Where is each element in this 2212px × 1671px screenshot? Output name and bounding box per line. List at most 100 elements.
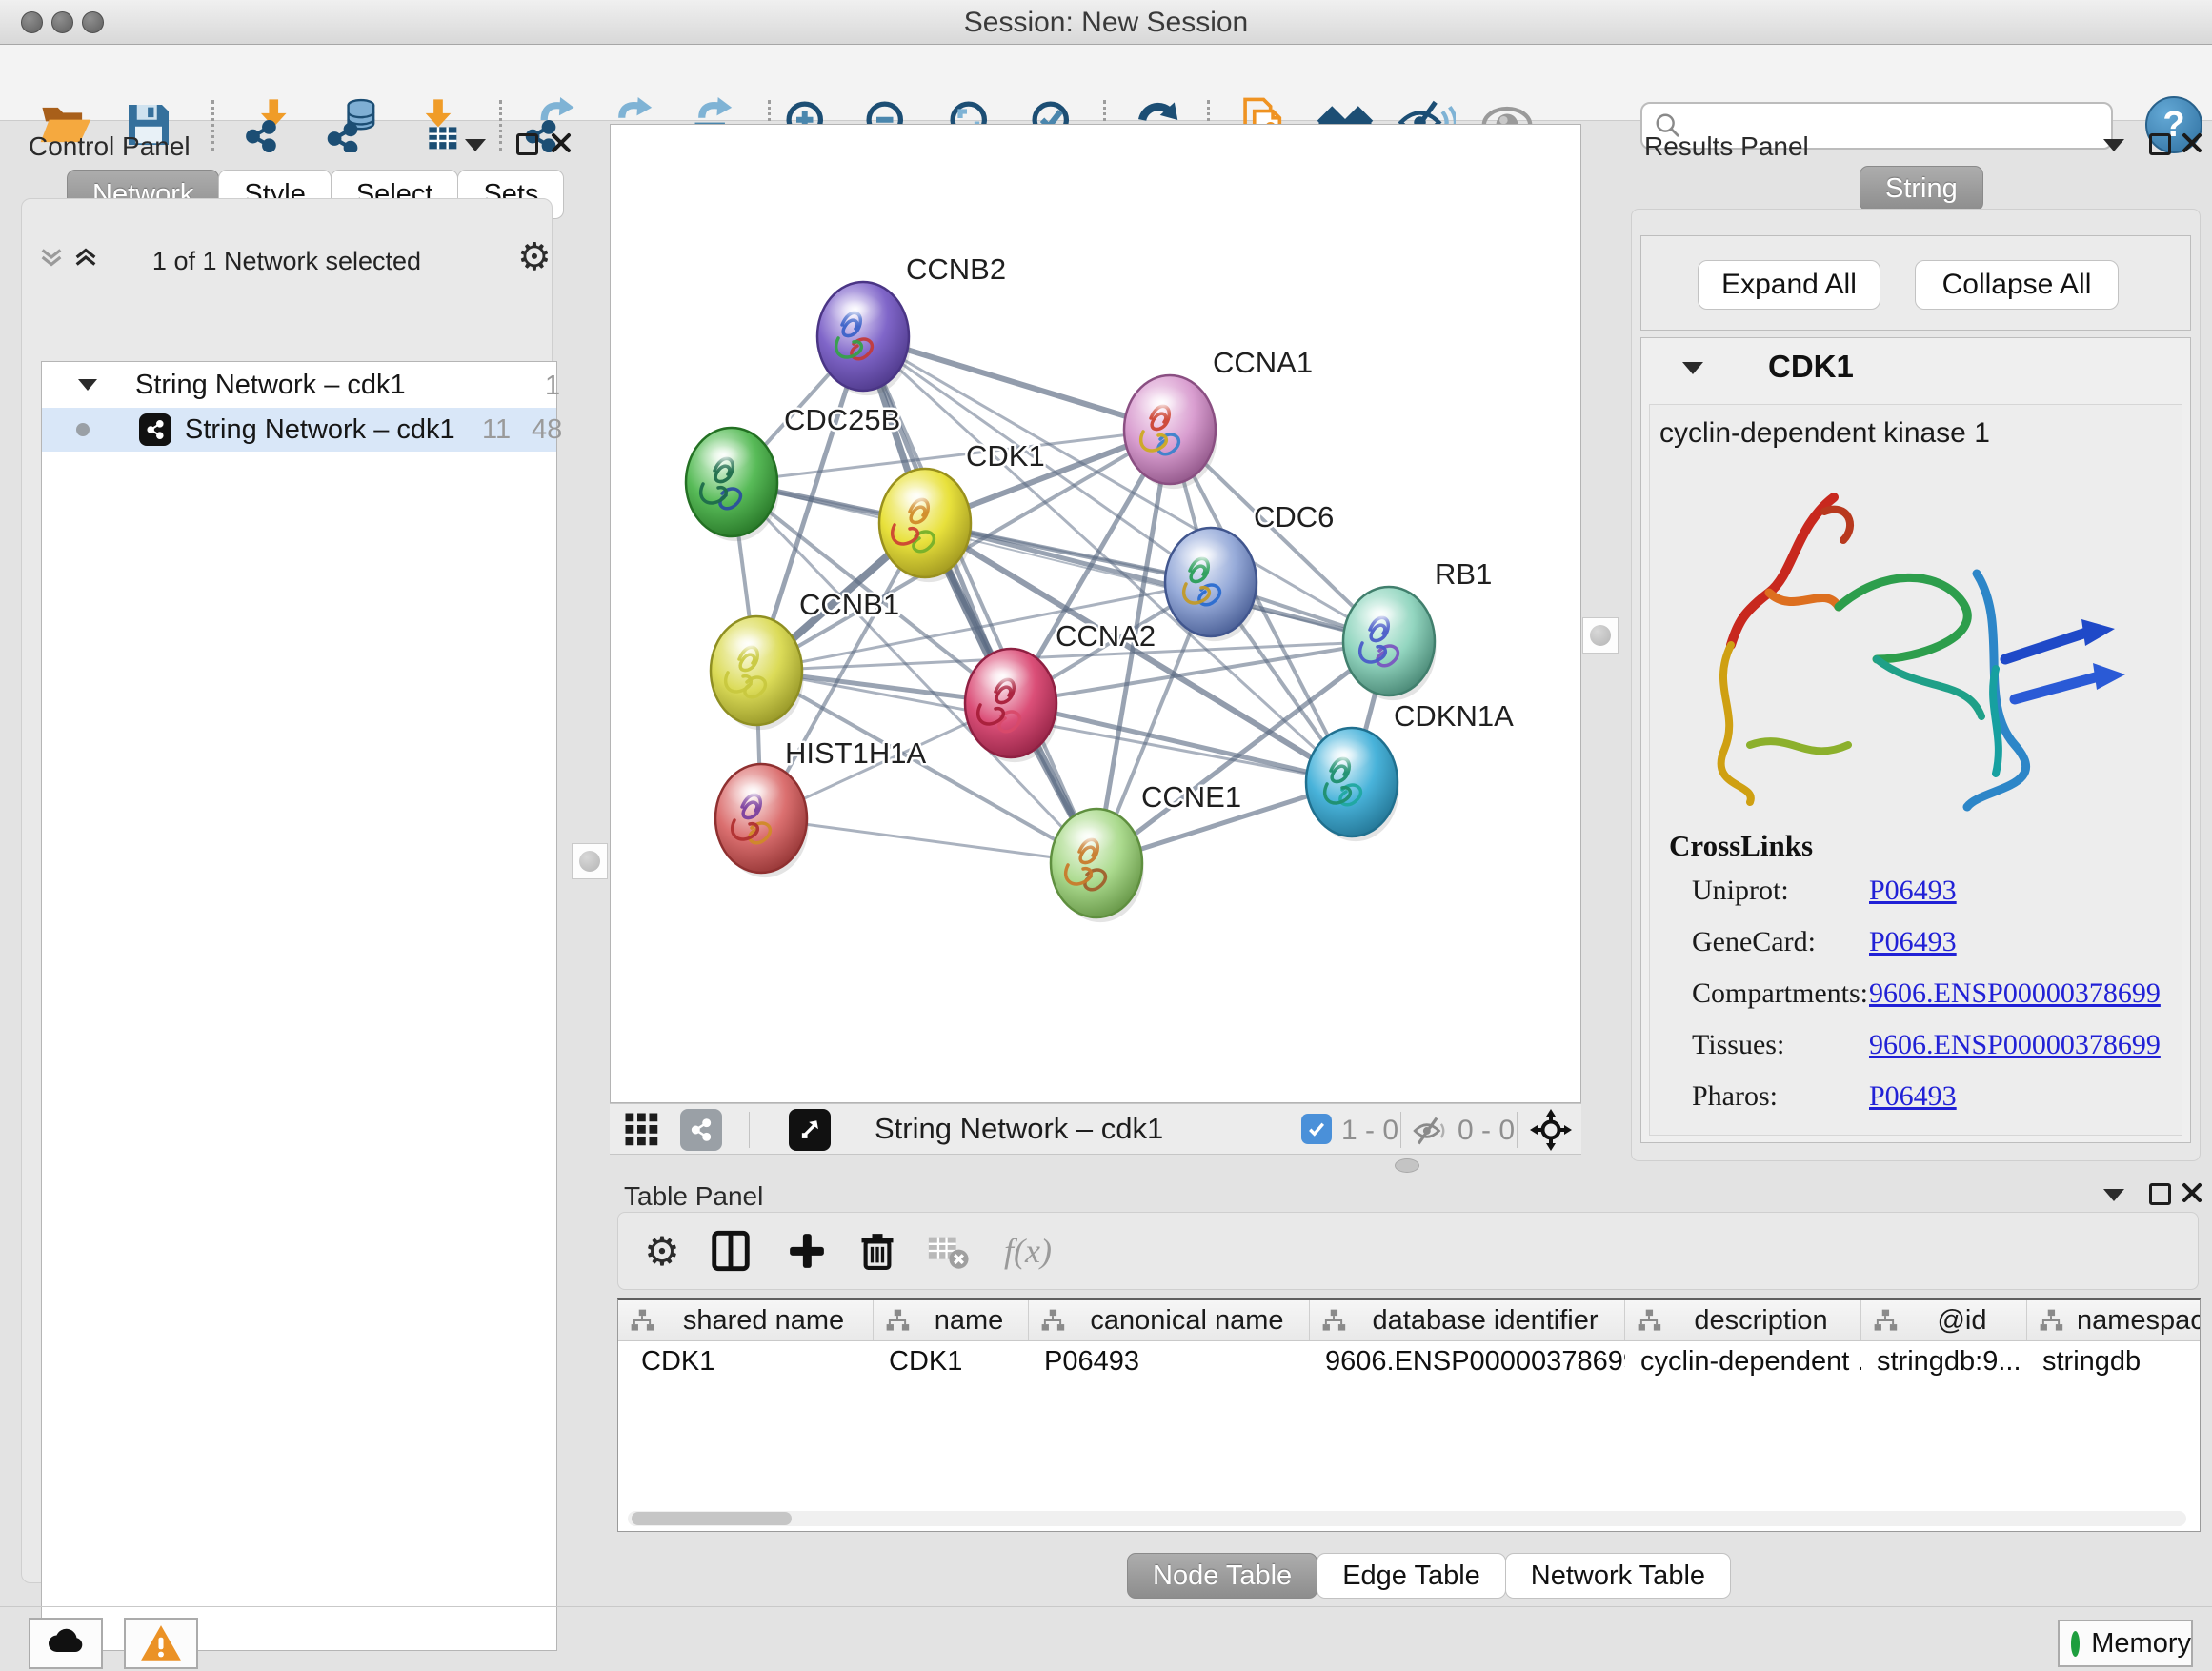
column-header-canonical-name[interactable]: canonical name xyxy=(1029,1300,1310,1340)
table-header-row: shared name name canonical name database… xyxy=(618,1300,2200,1341)
network-row-selected[interactable]: String Network – cdk1 11 48 xyxy=(42,408,556,452)
left-splitter-handle[interactable] xyxy=(572,843,608,879)
network-node-CCNB2[interactable] xyxy=(817,282,911,395)
column-header-description[interactable]: description xyxy=(1625,1300,1861,1340)
horizontal-scrollbar[interactable] xyxy=(628,1511,2186,1526)
crosslinks-title: CrossLinks xyxy=(1669,829,1813,863)
crosslink-compartments-link[interactable]: 9606.ENSP00000378699 xyxy=(1869,977,2161,1010)
right-splitter-handle[interactable] xyxy=(1582,617,1619,654)
edge-HIST1H1A-CCNE1[interactable] xyxy=(761,818,1096,863)
network-edge-count: 48 xyxy=(532,414,562,446)
node-label-CDC6: CDC6 xyxy=(1254,500,1334,534)
float-panel-icon[interactable] xyxy=(516,133,538,155)
show-columns-button[interactable] xyxy=(706,1226,755,1276)
column-type-icon xyxy=(2039,1308,2063,1333)
close-panel-icon[interactable] xyxy=(2182,132,2202,153)
column-header-shared-name[interactable]: shared name xyxy=(618,1300,874,1340)
column-type-icon xyxy=(1873,1308,1898,1333)
column-type-icon xyxy=(1637,1308,1661,1333)
scrollbar-thumb[interactable] xyxy=(632,1512,792,1525)
crosslink-tissues-link[interactable]: 9606.ENSP00000378699 xyxy=(1869,1029,2161,1061)
detach-view-button[interactable] xyxy=(789,1109,831,1151)
expand-all-button[interactable]: Expand All xyxy=(1698,260,1880,310)
cloud-status-button[interactable] xyxy=(29,1618,103,1669)
network-node-CDKN1A[interactable] xyxy=(1306,728,1399,841)
crosslink-label: GeneCard: xyxy=(1692,926,1816,958)
collection-count: 1 xyxy=(545,371,560,402)
application-window: Session: New Session xyxy=(0,0,2212,1671)
check-icon xyxy=(1305,1117,1328,1140)
float-panel-icon[interactable] xyxy=(2149,133,2171,155)
float-panel-icon[interactable] xyxy=(2149,1183,2171,1205)
crosslink-pharos-link[interactable]: P06493 xyxy=(1869,1080,1957,1113)
column-header-name[interactable]: name xyxy=(874,1300,1029,1340)
network-collection-row[interactable]: String Network – cdk1 1 xyxy=(42,362,556,408)
warning-icon xyxy=(139,1621,183,1665)
cell-canonical-name[interactable]: P06493 xyxy=(1029,1341,1310,1381)
tab-node-table[interactable]: Node Table xyxy=(1127,1553,1317,1599)
crosslink-label: Tissues: xyxy=(1692,1029,1784,1061)
network-view-canvas[interactable]: CCNB2CCNA1CDC25BCDK1CDC6RB1CCNB1CCNA2CDK… xyxy=(610,124,1581,1103)
collapse-all-button[interactable]: Collapse All xyxy=(1915,260,2119,310)
network-node-count: 11 xyxy=(482,414,511,446)
cdk1-collapse-icon[interactable] xyxy=(1682,362,1703,374)
network-node-RB1[interactable] xyxy=(1343,587,1437,700)
network-share-view-button[interactable] xyxy=(680,1109,722,1151)
network-node-CDC25B[interactable] xyxy=(686,428,779,541)
horizontal-splitter-handle[interactable] xyxy=(1395,1158,1419,1173)
grid-view-button[interactable] xyxy=(623,1111,661,1154)
toolbar-separator xyxy=(749,1112,750,1148)
panel-menu-icon[interactable] xyxy=(2103,139,2124,151)
plus-icon xyxy=(786,1230,828,1272)
table-toolbar: ⚙ f(x) xyxy=(617,1212,2199,1290)
column-header-database-identifier[interactable]: database identifier xyxy=(1310,1300,1625,1340)
close-panel-icon[interactable] xyxy=(551,132,572,153)
control-panel: Control Panel NetworkStyleSelectSets 1 o… xyxy=(10,124,566,1589)
warnings-button[interactable] xyxy=(124,1618,198,1669)
node-label-CDC25B: CDC25B xyxy=(784,403,900,436)
node-label-HIST1H1A: HIST1H1A xyxy=(785,736,926,770)
grid-icon xyxy=(623,1111,661,1149)
cell-namespace[interactable]: stringdb xyxy=(2027,1341,2200,1381)
crosslink-uniprot-link[interactable]: P06493 xyxy=(1869,875,1957,907)
crosshair-icon xyxy=(1530,1109,1572,1151)
network-node-HIST1H1A[interactable] xyxy=(715,764,809,877)
birdseye-view-button[interactable] xyxy=(1530,1109,1572,1156)
node-table: shared name name canonical name database… xyxy=(617,1298,2201,1532)
network-selection-summary: 1 of 1 Network selected xyxy=(22,247,552,276)
tab-edge-table[interactable]: Edge Table xyxy=(1317,1553,1506,1599)
panel-menu-icon[interactable] xyxy=(2103,1189,2124,1201)
delete-column-button[interactable] xyxy=(853,1226,902,1276)
cell-description[interactable]: cyclin-dependent ... xyxy=(1625,1341,1861,1381)
network-node-CDK1[interactable] xyxy=(879,469,973,582)
network-node-CCNA2[interactable] xyxy=(965,649,1058,762)
create-column-button[interactable] xyxy=(782,1226,832,1276)
tab-network-table[interactable]: Network Table xyxy=(1505,1553,1731,1599)
close-panel-icon[interactable] xyxy=(2182,1182,2202,1203)
selected-count-checkbox[interactable] xyxy=(1301,1114,1332,1144)
crosslink-genecard-link[interactable]: P06493 xyxy=(1869,926,1957,958)
memory-button[interactable]: Memory xyxy=(2058,1620,2193,1667)
network-options-gear-icon[interactable]: ⚙ xyxy=(517,235,552,279)
cell-at-id[interactable]: stringdb:9... xyxy=(1861,1341,2027,1381)
node-label-CCNE1: CCNE1 xyxy=(1141,780,1241,814)
panel-menu-icon[interactable] xyxy=(465,139,486,151)
control-panel-title: Control Panel xyxy=(29,131,191,162)
collection-expand-icon[interactable] xyxy=(78,379,97,391)
cell-shared-name[interactable]: CDK1 xyxy=(618,1341,874,1381)
toolbar-separator xyxy=(1517,1112,1518,1148)
network-node-CCNE1[interactable] xyxy=(1051,809,1144,922)
table-row[interactable]: CDK1 CDK1 P06493 9606.ENSP00000378699 cy… xyxy=(618,1341,2200,1381)
column-type-icon xyxy=(885,1308,910,1333)
network-node-CCNA1[interactable] xyxy=(1124,375,1217,489)
tab-string[interactable]: String xyxy=(1860,166,1983,211)
cell-database-identifier[interactable]: 9606.ENSP00000378699 xyxy=(1310,1341,1625,1381)
column-header-namespace[interactable]: namespace xyxy=(2027,1300,2200,1340)
network-tab-content: 1 of 1 Network selected ⚙ String Network… xyxy=(21,198,553,1583)
column-header-at-id[interactable]: @id xyxy=(1861,1300,2027,1340)
cell-name[interactable]: CDK1 xyxy=(874,1341,1029,1381)
node-label-CCNB1: CCNB1 xyxy=(799,588,899,621)
edge-CCNA2-CDKN1A[interactable] xyxy=(1011,703,1352,782)
network-node-CCNB1[interactable] xyxy=(711,616,804,730)
table-options-gear-icon[interactable]: ⚙ xyxy=(637,1226,687,1276)
